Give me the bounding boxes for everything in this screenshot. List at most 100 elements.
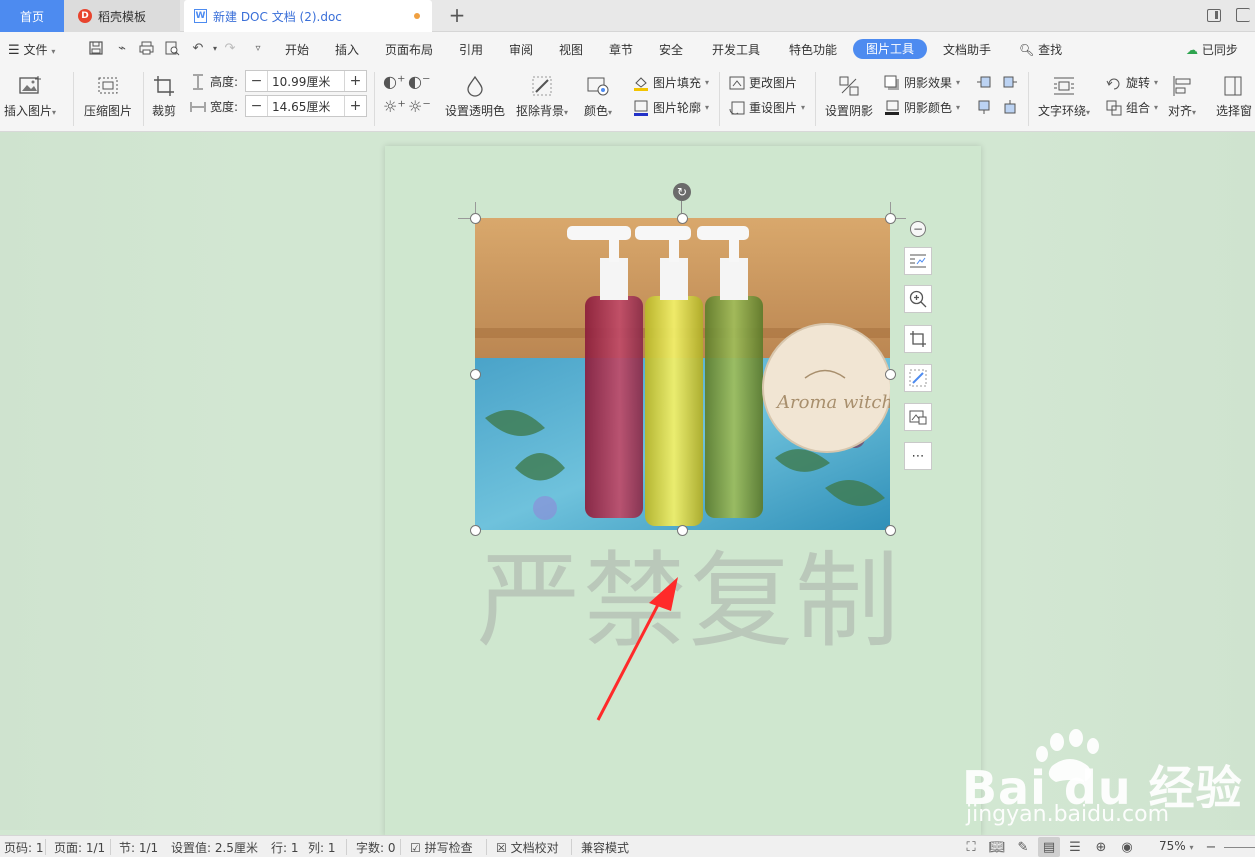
resize-handle-bottom[interactable] (677, 525, 688, 536)
width-increase-button[interactable]: + (344, 96, 366, 116)
eye-protection-icon[interactable]: ◉ (1119, 839, 1135, 855)
width-value[interactable]: 14.65厘米 (268, 98, 330, 115)
crop-button[interactable]: 裁剪 (152, 74, 176, 119)
menu-page-layout[interactable]: 页面布局 (385, 41, 433, 58)
height-stepper[interactable]: − 10.99厘米 + (245, 70, 367, 92)
doc-proofread-button[interactable]: ☒ 文档校对 (496, 839, 559, 856)
shadow-nudge-right-button[interactable] (1002, 74, 1018, 90)
photo-brand-text: Aroma witch (775, 392, 890, 413)
menu-view[interactable]: 视图 (559, 41, 583, 58)
contrast-decrease-button[interactable]: ◐⁻ (408, 74, 430, 90)
zoom-level-dropdown[interactable]: 75% ▾ (1159, 839, 1194, 853)
status-pages[interactable]: 页面: 1/1 (54, 839, 105, 856)
text-wrap-button[interactable]: 文字环绕▾ (1038, 74, 1090, 119)
height-decrease-button[interactable]: − (246, 71, 268, 91)
layout-options-button[interactable] (904, 247, 932, 275)
print-icon[interactable] (138, 41, 154, 57)
more-options-button[interactable]: ⋯ (904, 442, 932, 470)
menu-start[interactable]: 开始 (285, 41, 309, 58)
resize-handle-left[interactable] (470, 369, 481, 380)
search-button[interactable]: 🔍︎ 查找 (1019, 41, 1062, 58)
cloud-synced-icon: ☁ (1186, 43, 1198, 57)
zoom-in-picture-button[interactable] (904, 285, 932, 313)
height-increase-button[interactable]: + (344, 71, 366, 91)
status-word-count[interactable]: 字数: 0 (356, 839, 396, 856)
document-page[interactable]: 严禁复制 Aroma witch ↻ − ⋯ (385, 146, 981, 836)
edit-mode-icon[interactable]: ✎ (1015, 839, 1031, 855)
save-icon[interactable] (88, 41, 104, 57)
shadow-color-button[interactable]: 阴影颜色 ▾ (884, 99, 960, 116)
change-picture-button[interactable]: 更改图片 (729, 74, 797, 91)
chevron-down-icon: ▾ (705, 78, 710, 87)
spell-check-icon: ☑ (410, 841, 421, 855)
shadow-nudge-up-button[interactable] (976, 99, 992, 115)
fullscreen-icon[interactable]: ⛶ (963, 839, 979, 855)
menu-picture-tools[interactable]: 图片工具 (853, 39, 927, 59)
read-mode-icon[interactable]: 📖︎ (989, 839, 1006, 855)
width-decrease-button[interactable]: − (246, 96, 268, 116)
resize-handle-top-right[interactable] (885, 213, 896, 224)
menu-doc-assistant[interactable]: 文档助手 (943, 41, 991, 58)
menu-security[interactable]: 安全 (659, 41, 683, 58)
reading-mode-icon[interactable] (1207, 9, 1221, 22)
new-tab-button[interactable]: + (446, 3, 468, 27)
tab-home[interactable]: 首页 (0, 0, 64, 32)
selection-pane-button[interactable]: 选择窗 (1216, 74, 1252, 119)
crop-picture-button[interactable] (904, 325, 932, 353)
set-transparent-color-button[interactable]: 设置透明色 (445, 74, 505, 119)
spell-check-button[interactable]: ☑ 拼写检查 (410, 839, 473, 856)
align-button[interactable]: 对齐▾ (1168, 74, 1196, 119)
sync-status[interactable]: ☁ 已同步 (1186, 41, 1238, 58)
compress-picture-button[interactable]: 压缩图片 (84, 74, 132, 119)
reset-picture-button[interactable]: 重设图片 ▾ (729, 99, 805, 116)
shadow-nudge-down-button[interactable] (1002, 99, 1018, 115)
outline-view-icon[interactable]: ☰ (1067, 839, 1083, 855)
print-preview-icon[interactable] (164, 41, 180, 57)
selected-picture[interactable]: Aroma witch (475, 218, 890, 530)
picture-fill-button[interactable]: 图片填充 ▾ (633, 74, 709, 91)
page-view-icon[interactable]: ▤ (1041, 839, 1057, 855)
resize-handle-bottom-right[interactable] (885, 525, 896, 536)
window-restore-icon[interactable] (1236, 8, 1250, 22)
group-button[interactable]: 组合 ▾ (1106, 99, 1158, 116)
format-painter-icon[interactable]: ⌁ (114, 41, 130, 57)
tab-document[interactable]: W 新建 DOC 文档 (2).doc (184, 0, 432, 32)
menu-insert[interactable]: 插入 (335, 41, 359, 58)
rotate-handle-icon[interactable]: ↻ (673, 183, 691, 201)
height-value[interactable]: 10.99厘米 (268, 73, 330, 90)
color-button[interactable]: 颜色▾ (584, 74, 612, 119)
shadow-effect-button[interactable]: 阴影效果 ▾ (884, 74, 960, 91)
menu-review[interactable]: 审阅 (509, 41, 533, 58)
undo-dropdown-icon[interactable]: ▾ (207, 41, 223, 57)
undo-icon[interactable]: ↶ (190, 41, 206, 57)
customize-toolbar-icon[interactable]: ▿ (250, 41, 266, 57)
resize-handle-top-left[interactable] (470, 213, 481, 224)
menu-features[interactable]: 特色功能 (789, 41, 837, 58)
menu-developer[interactable]: 开发工具 (712, 41, 760, 58)
width-stepper[interactable]: − 14.65厘米 + (245, 95, 367, 117)
web-view-icon[interactable]: ⊕ (1093, 839, 1109, 855)
menu-chapter[interactable]: 章节 (609, 41, 633, 58)
insert-picture-button[interactable]: 插入图片▾ (4, 74, 56, 119)
contrast-increase-button[interactable]: ◐⁺ (383, 74, 405, 90)
zoom-out-icon[interactable]: − (1203, 839, 1219, 855)
picture-outline-button[interactable]: 图片轮廓 ▾ (633, 99, 709, 116)
zoom-slider[interactable] (1224, 847, 1255, 848)
file-menu[interactable]: ☰ 文件 ▾ (8, 41, 55, 58)
resize-handle-top[interactable] (677, 213, 688, 224)
resize-handle-right[interactable] (885, 369, 896, 380)
shadow-nudge-left-button[interactable] (976, 74, 992, 90)
brightness-increase-button[interactable]: ☼⁺ (383, 99, 406, 115)
tab-template[interactable]: D 稻壳模板 (64, 0, 180, 32)
remove-background-button[interactable]: 抠除背景▾ (516, 74, 568, 119)
menu-references[interactable]: 引用 (459, 41, 483, 58)
chevron-down-icon: ▾ (956, 103, 961, 112)
collapse-toolbar-icon[interactable]: − (910, 221, 926, 237)
brightness-decrease-button[interactable]: ☼⁻ (408, 99, 431, 115)
remove-background-quick-button[interactable] (904, 364, 932, 392)
set-shadow-button[interactable]: 设置阴影 (825, 74, 873, 119)
change-picture-quick-button[interactable] (904, 403, 932, 431)
rotate-button[interactable]: 旋转 ▾ (1106, 74, 1158, 91)
resize-handle-bottom-left[interactable] (470, 525, 481, 536)
status-page-number[interactable]: 页码: 1 (4, 839, 44, 856)
